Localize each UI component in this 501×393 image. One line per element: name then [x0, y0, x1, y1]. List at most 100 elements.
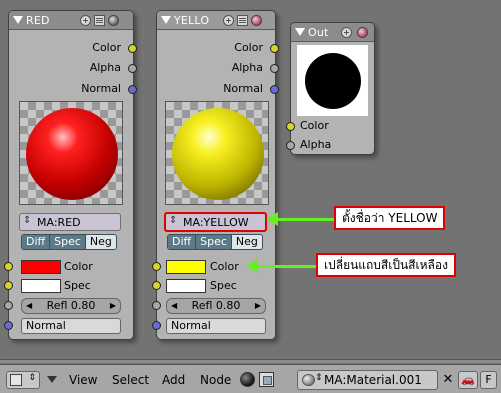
- socket-alpha-out[interactable]: [128, 64, 137, 73]
- output-color: Color: [234, 41, 279, 55]
- socket-spec-in[interactable]: [4, 281, 13, 290]
- node-red[interactable]: RED Color Alpha Normal ⇕ MA:RED Diff Spe…: [4, 10, 137, 340]
- black-sphere: [305, 53, 361, 109]
- toggle-spec[interactable]: Spec: [50, 235, 86, 249]
- menu-node[interactable]: Node: [200, 373, 231, 387]
- material-selector[interactable]: ⇕ MA:RED: [19, 213, 121, 231]
- plus-icon[interactable]: [341, 27, 352, 38]
- socket-spec-in[interactable]: [152, 281, 161, 290]
- spec-label: Spec: [210, 279, 237, 292]
- input-alpha-label: Alpha: [300, 138, 332, 151]
- collapse-menu-icon[interactable]: [47, 376, 57, 383]
- right-arrow-icon[interactable]: ▶: [255, 299, 261, 313]
- socket-color-in[interactable]: [4, 262, 13, 271]
- color-swatch[interactable]: [21, 260, 61, 274]
- refl-field[interactable]: ◀ Refl 0.80 ▶: [21, 298, 121, 314]
- toggle-neg[interactable]: Neg: [231, 235, 262, 249]
- collapse-triangle-icon[interactable]: [161, 16, 171, 24]
- node-out-title: Out: [308, 26, 329, 39]
- left-arrow-icon[interactable]: ◀: [171, 299, 177, 313]
- normal-field[interactable]: Normal: [21, 318, 121, 334]
- node-yellow-title: YELLO: [174, 14, 210, 27]
- socket-color-out[interactable]: [128, 44, 137, 53]
- node-yellow-header[interactable]: YELLO: [157, 11, 275, 30]
- output-alpha: Alpha: [232, 61, 279, 75]
- callout-rename: ตั้งชื่อว่า YELLOW: [334, 206, 446, 230]
- output-normal: Normal: [223, 82, 279, 96]
- fake-user-button[interactable]: F: [480, 371, 497, 389]
- callout-recolor: เปลี่ยนแถบสีเป็นสีเหลือง: [316, 253, 456, 277]
- editor-type-selector[interactable]: ⇕: [6, 371, 40, 389]
- toggle-spec[interactable]: Spec: [196, 235, 232, 249]
- output-alpha: Alpha: [90, 61, 137, 75]
- socket-color-in[interactable]: [286, 122, 295, 131]
- arrow-rename-line: [276, 218, 334, 221]
- car-icon[interactable]: 🚗: [458, 371, 478, 389]
- refl-field[interactable]: ◀ Refl 0.80 ▶: [166, 298, 266, 314]
- shading-toggles: Diff Spec Neg: [167, 234, 263, 250]
- socket-normal-out[interactable]: [128, 85, 137, 94]
- material-datablock-field[interactable]: ⇕ MA:Material.001: [297, 370, 438, 390]
- material-preview-icon[interactable]: [108, 15, 119, 26]
- socket-normal-out[interactable]: [270, 85, 279, 94]
- output-preview: [297, 45, 368, 116]
- color-label: Color: [64, 260, 93, 273]
- node-editor-header: ⇕ View Select Add Node ⇕ MA:Material.001…: [0, 364, 501, 393]
- left-arrow-icon[interactable]: ◀: [26, 299, 32, 313]
- socket-color-out[interactable]: [270, 44, 279, 53]
- texture-nodes-icon[interactable]: [259, 372, 274, 387]
- toggle-diff[interactable]: Diff: [22, 235, 51, 249]
- list-icon[interactable]: [94, 15, 105, 26]
- list-icon[interactable]: [237, 15, 248, 26]
- updown-arrows-icon: ⇕: [315, 373, 323, 383]
- updown-arrows-icon: ⇕: [28, 373, 36, 383]
- close-icon[interactable]: ✕: [440, 371, 456, 389]
- socket-alpha-in[interactable]: [286, 141, 295, 150]
- updown-arrows-icon: ⇕: [169, 215, 178, 226]
- shading-toggles: Diff Spec Neg: [21, 234, 117, 250]
- plus-icon[interactable]: [80, 15, 91, 26]
- socket-refl-in[interactable]: [152, 301, 161, 310]
- spec-label: Spec: [64, 279, 91, 292]
- output-normal: Normal: [81, 82, 137, 96]
- collapse-triangle-icon[interactable]: [13, 16, 23, 24]
- material-preview: [165, 101, 269, 205]
- collapse-triangle-icon[interactable]: [295, 28, 305, 36]
- material-preview-icon[interactable]: [357, 27, 368, 38]
- updown-arrows-icon: ⇕: [23, 215, 32, 226]
- socket-normal-in[interactable]: [4, 321, 13, 330]
- menu-select[interactable]: Select: [112, 373, 149, 387]
- color-swatch[interactable]: [166, 260, 206, 274]
- material-preview: [19, 101, 123, 205]
- yellow-sphere: [172, 108, 264, 200]
- menu-view[interactable]: View: [69, 373, 97, 387]
- toggle-diff[interactable]: Diff: [168, 235, 197, 249]
- menu-add[interactable]: Add: [162, 373, 185, 387]
- node-red-title: RED: [26, 14, 50, 27]
- spec-swatch[interactable]: [21, 279, 61, 293]
- right-arrow-icon[interactable]: ▶: [110, 299, 116, 313]
- node-yellow[interactable]: YELLO Color Alpha Normal ⇕ MA:YELLOW Dif…: [152, 10, 279, 340]
- socket-normal-in[interactable]: [152, 321, 161, 330]
- material-icon: [302, 374, 315, 386]
- material-selector[interactable]: ⇕ MA:YELLOW: [164, 212, 267, 232]
- shader-nodes-icon[interactable]: [240, 372, 255, 387]
- spec-swatch[interactable]: [166, 279, 206, 293]
- red-sphere: [26, 108, 118, 200]
- output-color: Color: [92, 41, 137, 55]
- node-editor-icon: [10, 374, 22, 386]
- normal-field[interactable]: Normal: [166, 318, 266, 334]
- socket-alpha-out[interactable]: [270, 64, 279, 73]
- node-red-header[interactable]: RED: [9, 11, 133, 30]
- socket-refl-in[interactable]: [4, 301, 13, 310]
- window-divider[interactable]: [0, 359, 501, 363]
- material-preview-icon[interactable]: [251, 15, 262, 26]
- socket-color-in[interactable]: [152, 262, 161, 271]
- node-out[interactable]: Out Color Alpha: [286, 22, 375, 155]
- node-out-header[interactable]: Out: [291, 23, 374, 42]
- color-label: Color: [210, 260, 239, 273]
- input-color-label: Color: [300, 119, 329, 132]
- arrow-recolor-line: [256, 265, 316, 268]
- toggle-neg[interactable]: Neg: [85, 235, 116, 249]
- plus-icon[interactable]: [223, 15, 234, 26]
